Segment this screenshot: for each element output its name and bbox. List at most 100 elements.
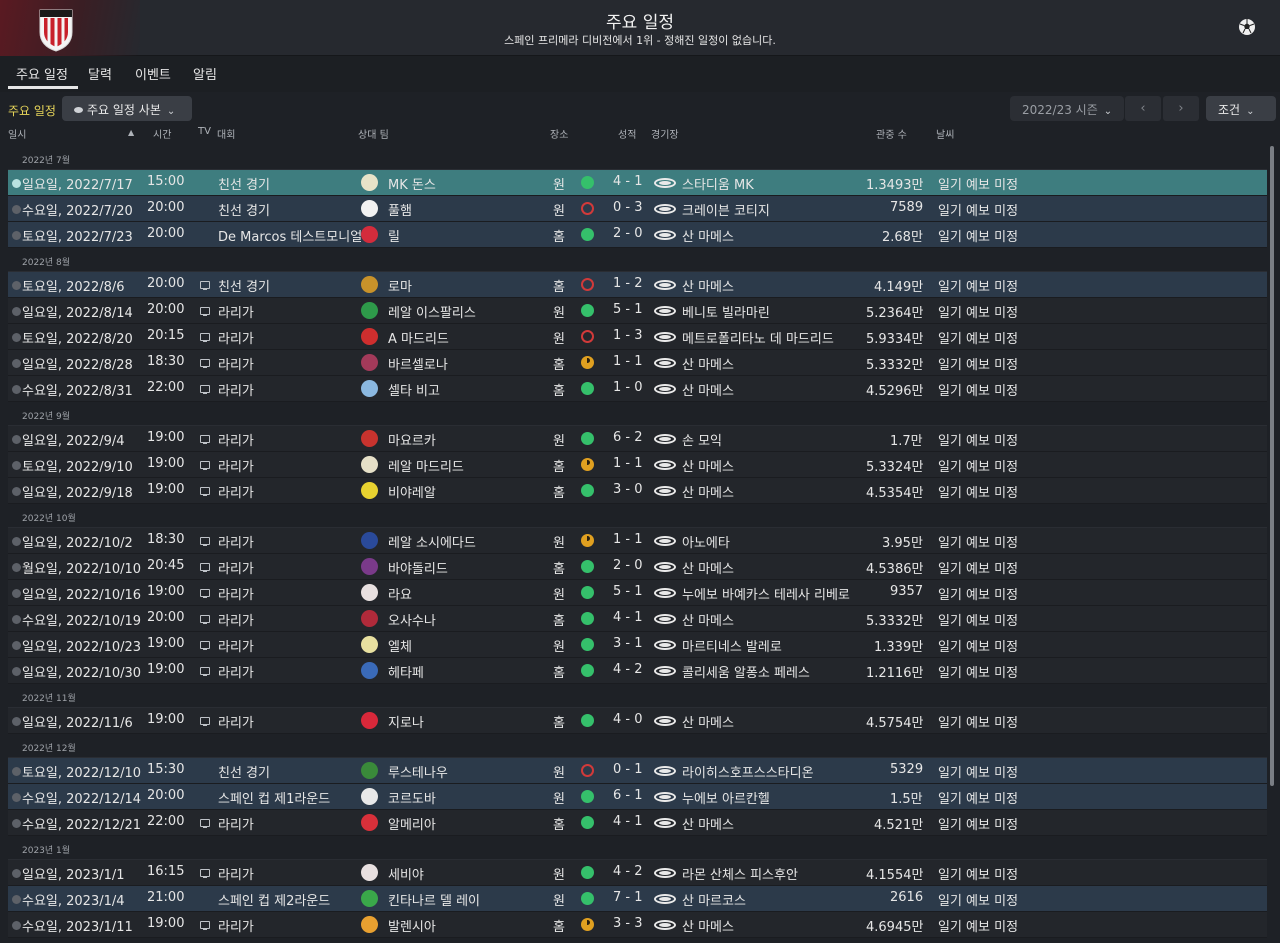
fixture-competition[interactable]: 라리가: [218, 430, 254, 449]
fixture-stadium[interactable]: 산 마메스: [682, 482, 734, 501]
fixture-row[interactable]: 수요일, 2022/8/31 22:00 라리가 셀타 비고 홈 1 - 0 산 마메스 4.…: [8, 376, 1267, 402]
fixture-row[interactable]: 수요일, 2022/12/21 22:00 라리가 알메리아 홈 4 - 1 산 마메스 4.…: [8, 810, 1267, 836]
fixture-score[interactable]: 1 - 1: [613, 532, 643, 547]
fixture-score[interactable]: 3 - 3: [613, 916, 643, 931]
fixture-row[interactable]: 일요일, 2022/7/17 15:00 친선 경기 MK 돈스 원 4 - 1 스타디움 …: [8, 170, 1267, 196]
fixture-competition[interactable]: 라리가: [218, 354, 254, 373]
fixture-score[interactable]: 1 - 0: [613, 380, 643, 395]
fixture-score[interactable]: 0 - 3: [613, 200, 643, 215]
fixture-competition[interactable]: 친선 경기: [218, 200, 270, 219]
fixture-opponent[interactable]: MK 돈스: [388, 174, 436, 193]
fixture-row[interactable]: 일요일, 2022/10/30 19:00 라리가 헤타페 홈 4 - 2 콜리세움 알퐁소…: [8, 658, 1267, 684]
fixture-competition[interactable]: 라리가: [218, 532, 254, 551]
fixture-competition[interactable]: 친선 경기: [218, 174, 270, 193]
fixture-row[interactable]: 일요일, 2022/10/2 18:30 라리가 레알 소시에다드 원 1 - 1 아노에타…: [8, 528, 1267, 554]
fixture-stadium[interactable]: 산 마메스: [682, 380, 734, 399]
sort-asc-icon[interactable]: ▲: [128, 128, 134, 137]
fixture-row[interactable]: 수요일, 2022/12/14 20:00 스페인 컵 제1라운드 코르도바 원 6 - …: [8, 784, 1267, 810]
fixture-stadium[interactable]: 산 마메스: [682, 226, 734, 245]
fixture-competition[interactable]: 라리가: [218, 584, 254, 603]
fixture-score[interactable]: 1 - 1: [613, 354, 643, 369]
col-competition[interactable]: 대회: [217, 126, 235, 141]
fixture-opponent[interactable]: 바르셀로나: [388, 354, 448, 373]
fixture-competition[interactable]: 친선 경기: [218, 762, 270, 781]
fixture-score[interactable]: 0 - 1: [613, 762, 643, 777]
fixture-competition[interactable]: De Marcos 테스트모니얼: [218, 226, 362, 245]
fixture-stadium[interactable]: 산 마메스: [682, 712, 734, 731]
fixture-competition[interactable]: 라리가: [218, 712, 254, 731]
fixture-score[interactable]: 3 - 0: [613, 482, 643, 497]
fixture-stadium[interactable]: 크레이븐 코티지: [682, 200, 770, 219]
row-select-dot[interactable]: [12, 205, 21, 214]
fixture-opponent[interactable]: 바야돌리드: [388, 558, 448, 577]
fixture-row[interactable]: 수요일, 2022/10/19 20:00 라리가 오사수나 홈 4 - 1 산 마메스 5.…: [8, 606, 1267, 632]
row-select-dot[interactable]: [12, 615, 21, 624]
row-select-dot[interactable]: [12, 231, 21, 240]
fixture-score[interactable]: 6 - 2: [613, 430, 643, 445]
fixture-stadium[interactable]: 산 마메스: [682, 354, 734, 373]
row-select-dot[interactable]: [12, 435, 21, 444]
row-select-dot[interactable]: [12, 359, 21, 368]
fixture-opponent[interactable]: 코르도바: [388, 788, 436, 807]
col-opponent[interactable]: 상대 팀: [358, 126, 389, 141]
row-select-dot[interactable]: [12, 767, 21, 776]
fixture-stadium[interactable]: 아노에타: [682, 532, 730, 551]
fixture-row[interactable]: 일요일, 2022/9/4 19:00 라리가 마요르카 원 6 - 2 손 모익 1.7만 일…: [8, 426, 1267, 452]
fixture-stadium[interactable]: 스타디움 MK: [682, 174, 754, 193]
fixture-row[interactable]: 토요일, 2022/12/10 15:30 친선 경기 루스테나우 원 0 - 1 라이히스…: [8, 758, 1267, 784]
fixture-stadium[interactable]: 손 모익: [682, 430, 722, 449]
fixture-competition[interactable]: 스페인 컵 제1라운드: [218, 788, 330, 807]
tab-calendar[interactable]: 달력: [88, 64, 112, 83]
fixture-opponent[interactable]: 발렌시아: [388, 916, 436, 935]
fixture-opponent[interactable]: 레알 마드리드: [388, 456, 464, 475]
scrollbar-thumb[interactable]: [1270, 146, 1274, 786]
fixture-score[interactable]: 5 - 1: [613, 302, 643, 317]
fixture-stadium[interactable]: 메트로폴리타노 데 마드리드: [682, 328, 834, 347]
row-select-dot[interactable]: [12, 333, 21, 342]
fixture-opponent[interactable]: 비야레알: [388, 482, 436, 501]
fixture-row[interactable]: 월요일, 2022/10/10 20:45 라리가 바야돌리드 홈 2 - 0 산 마메스 4…: [8, 554, 1267, 580]
col-tv[interactable]: TV: [198, 126, 211, 137]
fixture-stadium[interactable]: 산 마르코스: [682, 890, 746, 909]
fixture-score[interactable]: 5 - 1: [613, 584, 643, 599]
col-stadium[interactable]: 경기장: [651, 126, 679, 141]
fixture-opponent[interactable]: 셀타 비고: [388, 380, 440, 399]
col-venue[interactable]: 장소: [550, 126, 568, 141]
fixture-opponent[interactable]: 마요르카: [388, 430, 436, 449]
col-weather[interactable]: 날씨: [936, 126, 954, 141]
fixture-stadium[interactable]: 산 마메스: [682, 610, 734, 629]
row-select-dot[interactable]: [12, 487, 21, 496]
fixture-competition[interactable]: 스페인 컵 제2라운드: [218, 890, 330, 909]
fixture-score[interactable]: 4 - 1: [613, 610, 643, 625]
fixture-opponent[interactable]: 풀햄: [388, 200, 412, 219]
fixture-score[interactable]: 7 - 1: [613, 890, 643, 905]
fixture-score[interactable]: 6 - 1: [613, 788, 643, 803]
row-select-dot[interactable]: [12, 281, 21, 290]
fixture-score[interactable]: 4 - 1: [613, 814, 643, 829]
fixture-competition[interactable]: 라리가: [218, 558, 254, 577]
fixture-opponent[interactable]: 오사수나: [388, 610, 436, 629]
col-attendance[interactable]: 관중 수: [876, 126, 907, 141]
fixture-row[interactable]: 토요일, 2022/8/20 20:15 라리가 A 마드리드 원 1 - 3 메트로폴리타…: [8, 324, 1267, 350]
row-select-dot[interactable]: [12, 385, 21, 394]
row-select-dot[interactable]: [12, 869, 21, 878]
fixture-score[interactable]: 3 - 1: [613, 636, 643, 651]
next-season-button[interactable]: ›: [1163, 96, 1199, 121]
fixture-score[interactable]: 4 - 2: [613, 864, 643, 879]
fixture-stadium[interactable]: 라이히스호프스스타디온: [682, 762, 814, 781]
fixture-competition[interactable]: 라리가: [218, 636, 254, 655]
fixture-stadium[interactable]: 마르티네스 발레로: [682, 636, 782, 655]
fixture-row[interactable]: 일요일, 2022/11/6 19:00 라리가 지로나 홈 4 - 0 산 마메스 4.57…: [8, 708, 1267, 734]
fixture-opponent[interactable]: 로마: [388, 276, 412, 295]
fixture-row[interactable]: 일요일, 2022/10/16 19:00 라리가 라요 원 5 - 1 누에보 바예카스 …: [8, 580, 1267, 606]
fixture-stadium[interactable]: 산 마메스: [682, 558, 734, 577]
row-select-dot[interactable]: [12, 179, 21, 188]
tab-alerts[interactable]: 알림: [193, 64, 217, 83]
fixture-row[interactable]: 수요일, 2022/7/20 20:00 친선 경기 풀햄 원 0 - 3 크레이븐 코티지…: [8, 196, 1267, 222]
fixture-competition[interactable]: 라리가: [218, 662, 254, 681]
row-select-dot[interactable]: [12, 717, 21, 726]
tab-schedule[interactable]: 주요 일정: [8, 64, 78, 89]
row-select-dot[interactable]: [12, 895, 21, 904]
fixture-row[interactable]: 수요일, 2023/1/11 19:00 라리가 발렌시아 홈 3 - 3 산 마메스 4.6…: [8, 912, 1267, 938]
fixture-competition[interactable]: 친선 경기: [218, 276, 270, 295]
